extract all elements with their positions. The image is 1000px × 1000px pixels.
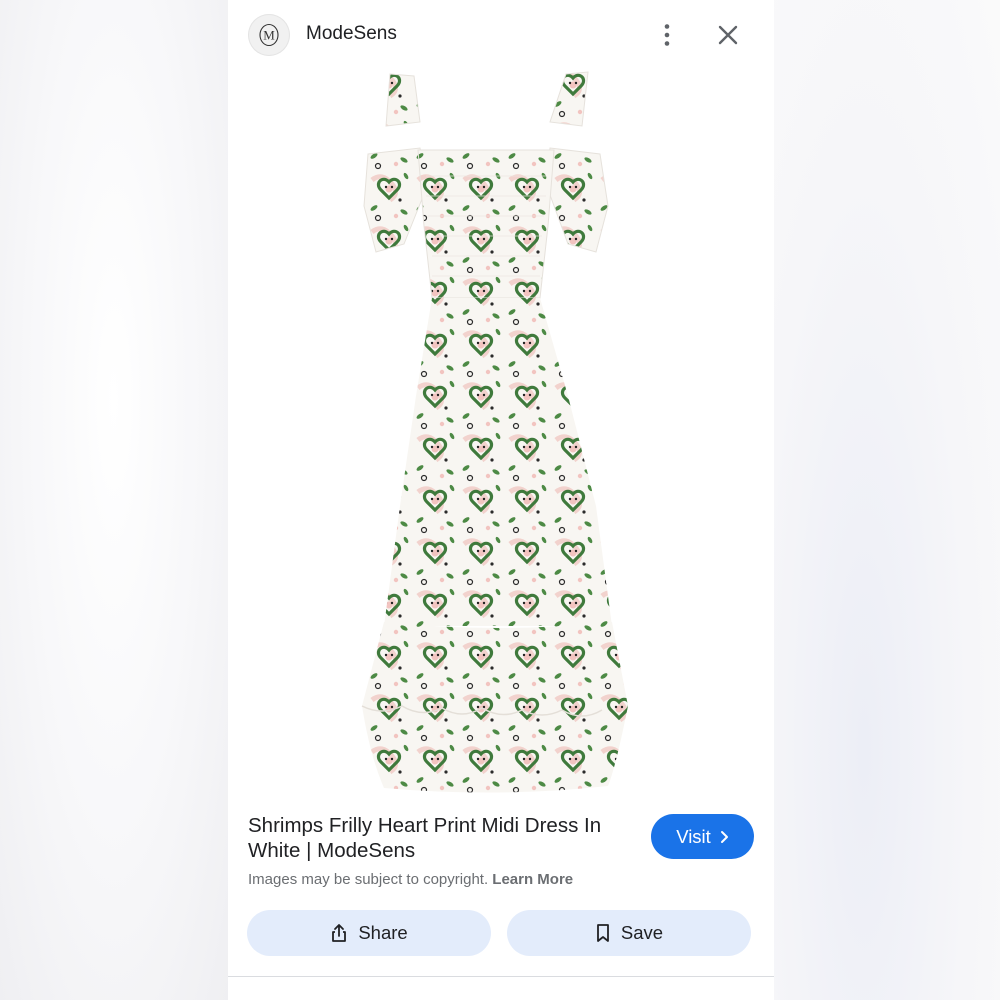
close-icon [718,25,738,45]
copyright-notice: Images may be subject to copyright. Lear… [248,871,573,888]
close-button[interactable] [715,22,741,48]
product-title[interactable]: Shrimps Frilly Heart Print Midi Dress In… [248,813,628,863]
dress-photo [361,71,628,793]
share-icon [332,924,347,942]
product-image[interactable] [228,66,774,802]
image-preview-panel: M ModeSens Shrimps Frilly Heart Print Mi… [228,0,774,1000]
svg-text:M: M [263,28,275,43]
site-logo[interactable]: M [248,14,290,56]
visit-button-label: Visit [676,825,711,847]
learn-more-link[interactable]: Learn More [492,871,573,888]
save-button[interactable]: Save [507,910,751,956]
save-button-label: Save [620,922,664,943]
blurred-background-left [0,0,228,1000]
visit-button[interactable]: Visit [651,814,754,859]
chevron-right-icon [720,830,728,843]
panel-header: M ModeSens [228,0,774,72]
share-button[interactable]: Share [247,910,491,956]
more-options-button[interactable] [655,21,679,49]
modesens-logo-icon: M [259,23,279,47]
more-vertical-icon [664,24,670,46]
share-button-label: Share [358,922,408,943]
bookmark-icon [597,924,609,942]
site-name[interactable]: ModeSens [306,23,397,45]
blurred-background-right [774,0,1000,1000]
next-results-strip [228,977,774,1000]
copyright-text: Images may be subject to copyright. [248,871,489,888]
